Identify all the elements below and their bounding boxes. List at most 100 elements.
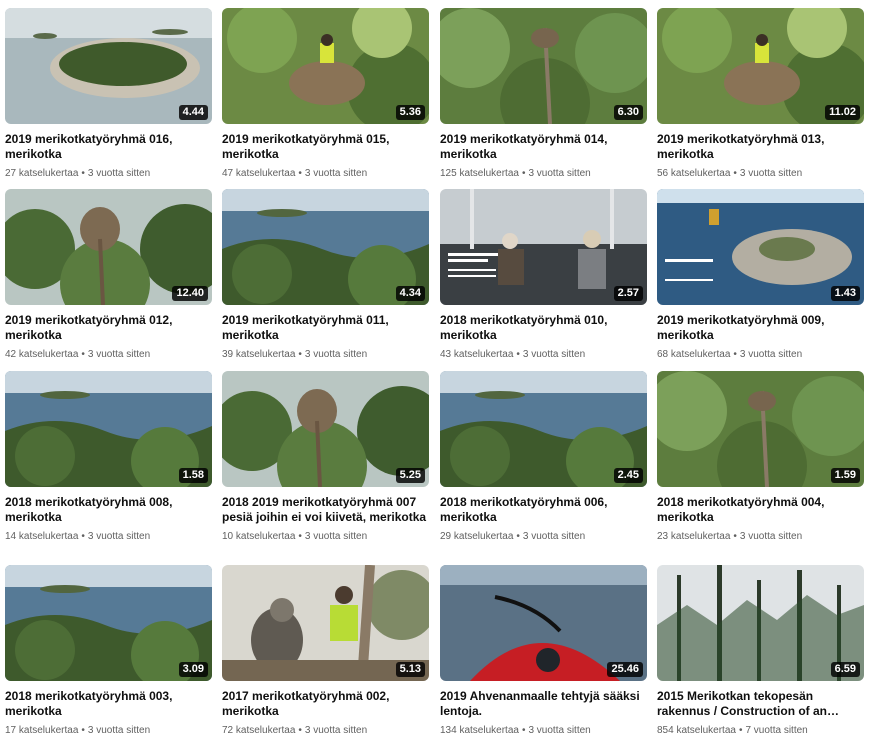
view-count: 56 katselukertaa bbox=[657, 168, 731, 179]
video-thumbnail[interactable]: 6.30 bbox=[440, 8, 647, 124]
meta-separator: • bbox=[81, 349, 85, 360]
upload-age: 3 vuotta sitten bbox=[739, 168, 803, 179]
video-card[interactable]: 4.34 2019 merikotkatyöryhmä 011, merikot… bbox=[222, 189, 429, 361]
meta-separator: • bbox=[81, 168, 85, 179]
video-card[interactable]: 2.45 2018 merikotkatyöryhmä 006, merikot… bbox=[440, 371, 647, 543]
video-title[interactable]: 2015 Merikotkan tekopesän rakennus / Con… bbox=[657, 689, 864, 719]
video-thumbnail[interactable]: 5.13 bbox=[222, 565, 429, 681]
meta-separator: • bbox=[298, 349, 302, 360]
video-card[interactable]: 5.36 2019 merikotkatyöryhmä 015, merikot… bbox=[222, 8, 429, 180]
duration-badge: 3.09 bbox=[178, 662, 208, 677]
video-title[interactable]: 2018 merikotkatyöryhmä 004, merikotka bbox=[657, 495, 864, 525]
video-thumbnail[interactable]: 5.25 bbox=[222, 371, 429, 487]
view-count: 14 katselukertaa bbox=[5, 531, 79, 542]
duration-badge: 6.59 bbox=[830, 662, 860, 677]
duration-badge: 4.34 bbox=[395, 286, 425, 301]
view-count: 39 katselukertaa bbox=[222, 349, 296, 360]
video-meta: 17 katselukertaa • 3 vuotta sitten bbox=[5, 724, 212, 737]
meta-separator: • bbox=[298, 168, 302, 179]
video-card[interactable]: 12.40 2019 merikotkatyöryhmä 012, meriko… bbox=[5, 189, 212, 361]
upload-age: 3 vuotta sitten bbox=[522, 531, 586, 542]
upload-age: 3 vuotta sitten bbox=[528, 725, 591, 736]
duration-badge: 2.45 bbox=[613, 468, 643, 483]
video-title[interactable]: 2018 merikotkatyöryhmä 003, merikotka bbox=[5, 689, 212, 719]
duration-badge: 11.02 bbox=[825, 105, 860, 120]
meta-separator: • bbox=[81, 725, 85, 736]
video-title[interactable]: 2017 merikotkatyöryhmä 002, merikotka bbox=[222, 689, 429, 719]
upload-age: 3 vuotta sitten bbox=[739, 531, 803, 542]
video-meta: 29 katselukertaa • 3 vuotta sitten bbox=[440, 530, 647, 543]
video-card[interactable]: 11.02 2019 merikotkatyöryhmä 013, meriko… bbox=[657, 8, 864, 180]
video-thumbnail[interactable]: 5.36 bbox=[222, 8, 429, 124]
video-card[interactable]: 4.44 2019 merikotkatyöryhmä 016, merikot… bbox=[5, 8, 212, 180]
meta-separator: • bbox=[521, 725, 526, 736]
video-thumbnail[interactable]: 1.43 bbox=[657, 189, 864, 305]
video-card[interactable]: 25.46 2019 Ahvenanmaalle tehtyjä sääksi … bbox=[440, 565, 647, 737]
video-meta: 47 katselukertaa • 3 vuotta sitten bbox=[222, 167, 429, 180]
video-card[interactable]: 2.57 2018 merikotkatyöryhmä 010, merikot… bbox=[440, 189, 647, 361]
video-thumbnail[interactable]: 1.58 bbox=[5, 371, 212, 487]
video-meta: 23 katselukertaa • 3 vuotta sitten bbox=[657, 530, 864, 543]
video-title[interactable]: 2019 merikotkatyöryhmä 009, merikotka bbox=[657, 313, 864, 343]
video-title[interactable]: 2018 merikotkatyöryhmä 006, merikotka bbox=[440, 495, 647, 525]
video-title[interactable]: 2019 merikotkatyöryhmä 014, merikotka bbox=[440, 132, 647, 162]
video-card[interactable]: 5.13 2017 merikotkatyöryhmä 002, merikot… bbox=[222, 565, 429, 737]
duration-badge: 25.46 bbox=[607, 662, 643, 677]
meta-separator: • bbox=[733, 531, 737, 542]
upload-age: 3 vuotta sitten bbox=[528, 168, 591, 179]
duration-badge: 6.30 bbox=[613, 105, 643, 120]
upload-age: 3 vuotta sitten bbox=[87, 168, 151, 179]
meta-separator: • bbox=[298, 531, 302, 542]
video-title[interactable]: 2018 2019 merikotkatyöryhmä 007 pesiä jo… bbox=[222, 495, 429, 525]
video-meta: 56 katselukertaa • 3 vuotta sitten bbox=[657, 167, 864, 180]
video-meta: 68 katselukertaa • 3 vuotta sitten bbox=[657, 348, 864, 361]
video-meta: 125 katselukertaa • 3 vuotta sitten bbox=[440, 167, 647, 180]
video-title[interactable]: 2019 merikotkatyöryhmä 011, merikotka bbox=[222, 313, 429, 343]
duration-badge: 1.43 bbox=[830, 286, 860, 301]
video-card[interactable]: 6.30 2019 merikotkatyöryhmä 014, merikot… bbox=[440, 8, 647, 180]
video-title[interactable]: 2019 merikotkatyöryhmä 015, merikotka bbox=[222, 132, 429, 162]
video-thumbnail[interactable]: 25.46 bbox=[440, 565, 647, 681]
video-card[interactable]: 1.59 2018 merikotkatyöryhmä 004, merikot… bbox=[657, 371, 864, 543]
meta-separator: • bbox=[516, 531, 520, 542]
upload-age: 3 vuotta sitten bbox=[87, 531, 151, 542]
video-title[interactable]: 2019 merikotkatyöryhmä 012, merikotka bbox=[5, 313, 212, 343]
video-thumbnail[interactable]: 1.59 bbox=[657, 371, 864, 487]
video-thumbnail[interactable]: 12.40 bbox=[5, 189, 212, 305]
video-meta: 43 katselukertaa • 3 vuotta sitten bbox=[440, 348, 647, 361]
video-card[interactable]: 5.25 2018 2019 merikotkatyöryhmä 007 pes… bbox=[222, 371, 429, 543]
view-count: 125 katselukertaa bbox=[440, 168, 519, 179]
video-meta: 39 katselukertaa • 3 vuotta sitten bbox=[222, 348, 429, 361]
view-count: 854 katselukertaa bbox=[657, 725, 736, 736]
view-count: 43 katselukertaa bbox=[440, 349, 514, 360]
video-title[interactable]: 2019 merikotkatyöryhmä 016, merikotka bbox=[5, 132, 212, 162]
meta-separator: • bbox=[521, 168, 526, 179]
video-grid-page: { "videos": [ {"title":"2019 merikotkaty… bbox=[0, 0, 872, 740]
duration-badge: 5.25 bbox=[395, 468, 425, 483]
video-thumbnail[interactable]: 6.59 bbox=[657, 565, 864, 681]
video-title[interactable]: 2018 merikotkatyöryhmä 010, merikotka bbox=[440, 313, 647, 343]
video-title[interactable]: 2018 merikotkatyöryhmä 008, merikotka bbox=[5, 495, 212, 525]
video-card[interactable]: 3.09 2018 merikotkatyöryhmä 003, merikot… bbox=[5, 565, 212, 737]
video-card[interactable]: 6.59 2015 Merikotkan tekopesän rakennus … bbox=[657, 565, 864, 737]
duration-badge: 12.40 bbox=[172, 286, 208, 301]
video-meta: 14 katselukertaa • 3 vuotta sitten bbox=[5, 530, 212, 543]
upload-age: 3 vuotta sitten bbox=[87, 349, 151, 360]
upload-age: 3 vuotta sitten bbox=[304, 349, 368, 360]
video-card[interactable]: 1.58 2018 merikotkatyöryhmä 008, merikot… bbox=[5, 371, 212, 543]
view-count: 29 katselukertaa bbox=[440, 531, 514, 542]
video-thumbnail[interactable]: 11.02 bbox=[657, 8, 864, 124]
upload-age: 7 vuotta sitten bbox=[745, 725, 808, 736]
view-count: 17 katselukertaa bbox=[5, 725, 79, 736]
video-title[interactable]: 2019 merikotkatyöryhmä 013, merikotka bbox=[657, 132, 864, 162]
video-card[interactable]: 1.43 2019 merikotkatyöryhmä 009, merikot… bbox=[657, 189, 864, 361]
video-thumbnail[interactable]: 4.44 bbox=[5, 8, 212, 124]
video-thumbnail[interactable]: 2.45 bbox=[440, 371, 647, 487]
video-thumbnail[interactable]: 2.57 bbox=[440, 189, 647, 305]
view-count: 23 katselukertaa bbox=[657, 531, 731, 542]
video-meta: 854 katselukertaa • 7 vuotta sitten bbox=[657, 724, 864, 737]
video-thumbnail[interactable]: 4.34 bbox=[222, 189, 429, 305]
video-thumbnail[interactable]: 3.09 bbox=[5, 565, 212, 681]
video-title[interactable]: 2019 Ahvenanmaalle tehtyjä sääksi lentoj… bbox=[440, 689, 647, 719]
upload-age: 3 vuotta sitten bbox=[304, 725, 368, 736]
